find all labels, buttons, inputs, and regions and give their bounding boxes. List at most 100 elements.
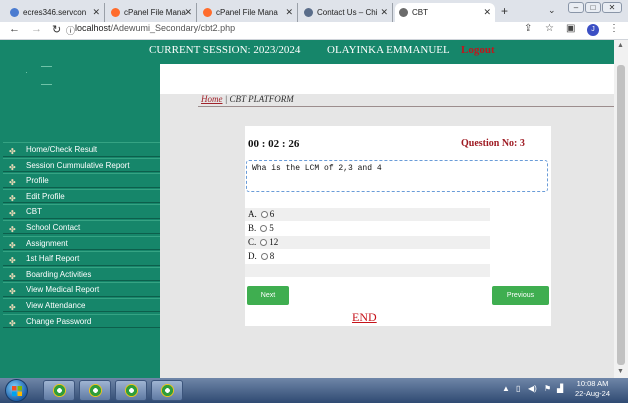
close-icon[interactable]: ✕ xyxy=(285,7,293,18)
browser-tab[interactable]: ecres346.servcon ✕ xyxy=(6,3,105,22)
radio-button[interactable] xyxy=(260,225,268,232)
clock-time: 10:08 AM xyxy=(576,379,609,388)
taskbar-app-chrome[interactable] xyxy=(115,380,147,401)
sidebar-item-label: Profile xyxy=(26,176,49,186)
maximize-icon[interactable]: □ xyxy=(585,2,601,13)
url-host: localhost xyxy=(75,23,111,33)
system-clock[interactable]: 10:08 AM 22-Aug-24 xyxy=(575,379,610,399)
side-panel-icon[interactable]: ▣ xyxy=(566,23,575,34)
volume-icon[interactable]: ◀) xyxy=(528,384,537,393)
flag-icon[interactable]: ⚑ xyxy=(544,384,551,393)
close-icon[interactable]: ✕ xyxy=(380,7,388,18)
back-icon[interactable]: ← xyxy=(9,23,20,35)
app-icon xyxy=(161,384,174,397)
tray-arrow-icon[interactable]: ▲ xyxy=(502,384,510,393)
radio-button[interactable] xyxy=(260,239,268,246)
sidebar-item-profile[interactable]: ✤ Profile xyxy=(3,173,160,188)
app-icon xyxy=(53,384,66,397)
close-icon[interactable]: ✕ xyxy=(483,7,491,18)
option-d[interactable]: D. 8 xyxy=(245,250,490,263)
close-icon[interactable]: ✕ xyxy=(184,7,192,18)
radio-button[interactable] xyxy=(260,253,268,260)
reload-icon[interactable]: ↻ xyxy=(52,23,61,36)
cpanel-icon xyxy=(111,8,120,17)
sidebar-item-label: CBT xyxy=(26,207,42,217)
tab-title: CBT xyxy=(412,8,428,17)
clock-date: 22-Aug-24 xyxy=(575,389,611,398)
new-tab-button[interactable]: + xyxy=(501,4,508,18)
previous-button[interactable]: Previous xyxy=(492,286,549,305)
option-b[interactable]: B. 5 xyxy=(245,222,490,235)
radio-button[interactable] xyxy=(260,211,268,218)
scroll-thumb[interactable] xyxy=(617,65,625,365)
browser-tab-active[interactable]: CBT ✕ xyxy=(395,3,495,22)
question-text-box: Wha is the LCM of 2,3 and 4 xyxy=(246,160,548,192)
option-a[interactable]: A. 6 xyxy=(245,208,490,221)
sidebar-decoration xyxy=(26,72,27,73)
sidebar-item-label: View Medical Report xyxy=(26,285,100,295)
windows-taskbar: ▲ ▯ ◀) ⚑ ▟ 10:08 AM 22-Aug-24 xyxy=(0,378,628,403)
taskbar-app-chrome[interactable] xyxy=(79,380,111,401)
sidebar-item-assignment[interactable]: ✤ Assignment xyxy=(3,235,160,251)
breadcrumb-divider xyxy=(198,106,614,107)
option-letter: C. xyxy=(248,237,257,247)
globe-icon xyxy=(304,8,313,17)
address-bar-row: ← → ↻ ⓘ localhost/Adewumi_Secondary/cbt2… xyxy=(0,22,628,40)
session-header: CURRENT SESSION: 2023/2024 OLAYINKA EMMA… xyxy=(0,40,614,64)
url-field[interactable]: localhost/Adewumi_Secondary/cbt2.php xyxy=(75,23,235,33)
share-icon[interactable]: ⇪ xyxy=(524,23,532,34)
sidebar-item-attendance[interactable]: ✤ View Attendance xyxy=(3,297,160,313)
bookmark-star-icon[interactable]: ☆ xyxy=(545,23,554,34)
close-icon[interactable]: ✕ xyxy=(92,7,100,18)
start-button[interactable] xyxy=(5,379,28,402)
question-number: Question No: 3 xyxy=(461,138,525,149)
sidebar-item-edit-profile[interactable]: ✤ Edit Profile xyxy=(3,188,160,204)
minimize-icon[interactable]: – xyxy=(568,2,584,13)
browser-menu-icon[interactable]: ⋮ xyxy=(609,23,619,34)
sidebar-item-session-report[interactable]: ✤ Session Cummulative Report xyxy=(3,157,160,173)
logout-link[interactable]: Logout xyxy=(461,44,495,56)
scroll-up-icon[interactable]: ▲ xyxy=(617,42,624,49)
sidebar-item-first-half-report[interactable]: ✤ 1st Half Report xyxy=(3,251,160,266)
browser-tab[interactable]: Contact Us – Chi ✕ xyxy=(300,3,393,22)
network-icon[interactable]: ▯ xyxy=(516,384,520,393)
app-icon xyxy=(125,384,138,397)
sidebar-item-cbt[interactable]: ✤ CBT xyxy=(3,204,160,219)
tab-search-icon[interactable]: ⌄ xyxy=(548,5,556,16)
option-c[interactable]: C. 12 xyxy=(245,236,490,249)
next-button[interactable]: Next xyxy=(247,286,289,305)
sidebar-item-label: Home/Check Result xyxy=(26,145,98,154)
breadcrumb-home-link[interactable]: Home xyxy=(201,94,223,104)
browser-tab[interactable]: cPanel File Mana ✕ xyxy=(107,3,197,22)
current-session-label: CURRENT SESSION: 2023/2024 xyxy=(149,44,301,56)
profile-avatar[interactable]: J xyxy=(587,24,599,36)
tab-title: ecres346.servcon xyxy=(23,8,87,17)
tab-title: cPanel File Mana xyxy=(216,8,278,17)
app-icon xyxy=(89,384,102,397)
taskbar-app-chrome[interactable] xyxy=(151,380,183,401)
sidebar-item-school-contact[interactable]: ✤ School Contact xyxy=(3,219,160,235)
tab-title: Contact Us – Chi xyxy=(317,8,378,17)
sidebar-item-label: Session Cummulative Report xyxy=(26,160,130,170)
close-window-icon[interactable]: ✕ xyxy=(602,2,622,13)
sidebar-item-label: School Contact xyxy=(26,222,81,232)
sidebar-item-label: Change Password xyxy=(26,316,92,326)
sidebar-item-change-password[interactable]: ✤ Change Password xyxy=(3,313,160,329)
sidebar-item-medical-report[interactable]: ✤ View Medical Report xyxy=(3,282,160,297)
option-value: 12 xyxy=(269,237,279,247)
sidebar-item-home-check-result[interactable]: ✤ Home/Check Result xyxy=(3,142,160,157)
browser-tab-strip: ecres346.servcon ✕ cPanel File Mana ✕ cP… xyxy=(0,0,628,22)
page-scrollbar[interactable]: ▲ ▼ xyxy=(614,40,628,378)
browser-tab[interactable]: cPanel File Mana ✕ xyxy=(199,3,298,22)
site-info-icon[interactable]: ⓘ xyxy=(66,24,75,37)
globe-icon xyxy=(399,8,408,17)
option-letter: A. xyxy=(248,209,257,219)
scroll-down-icon[interactable]: ▼ xyxy=(617,368,624,375)
forward-icon[interactable]: → xyxy=(31,23,42,35)
taskbar-app-explorer[interactable] xyxy=(43,380,75,401)
sidebar-item-boarding-activities[interactable]: ✤ Boarding Activities xyxy=(3,266,160,282)
tab-title: cPanel File Mana xyxy=(124,8,186,17)
end-exam-link[interactable]: END xyxy=(352,310,377,325)
signal-icon[interactable]: ▟ xyxy=(557,384,563,393)
option-row-spacer xyxy=(245,264,490,277)
